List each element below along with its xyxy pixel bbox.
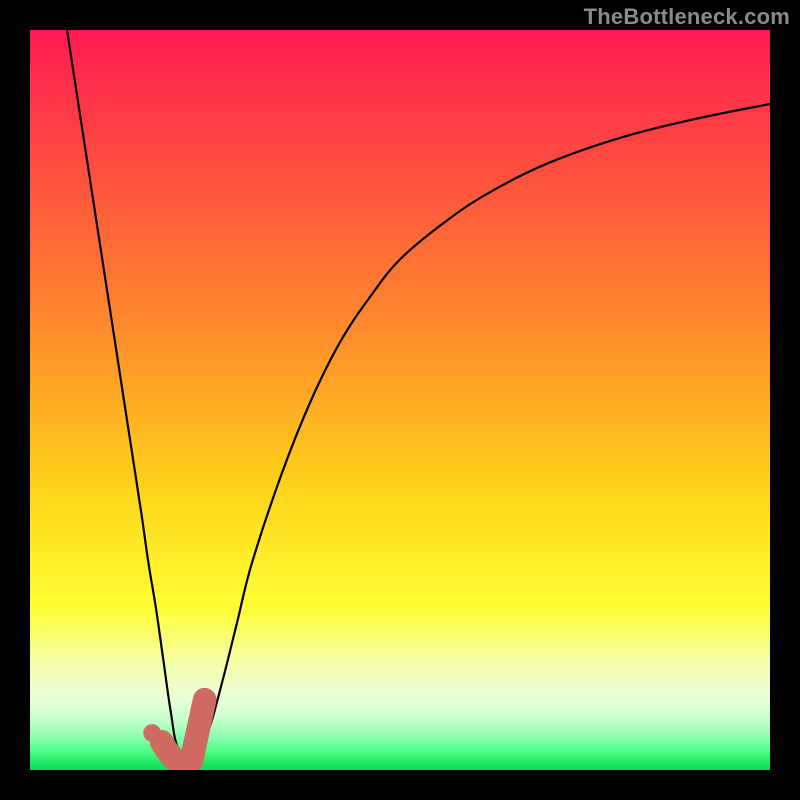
watermark-text: TheBottleneck.com	[584, 4, 790, 30]
plot-area	[30, 30, 770, 770]
outer-frame: TheBottleneck.com	[0, 0, 800, 800]
chart-svg	[30, 30, 770, 770]
gradient-background	[30, 30, 770, 770]
